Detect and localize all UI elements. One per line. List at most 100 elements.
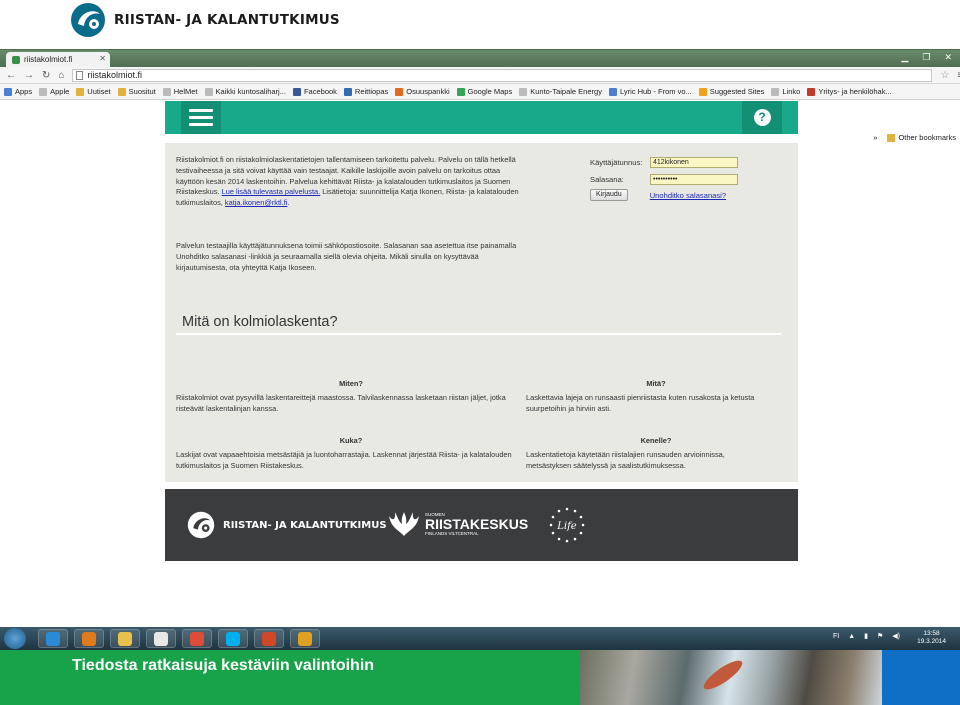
hamburger-icon-line: [189, 116, 213, 119]
clock-time: 13:58: [923, 630, 940, 637]
network-icon[interactable]: ▮: [864, 632, 868, 640]
section-title: Mitä on kolmiolaskenta?: [182, 314, 338, 330]
site-topbar: ?: [165, 101, 798, 134]
close-tab-icon[interactable]: ✕: [99, 54, 106, 63]
bookmark-4[interactable]: HelMet: [162, 87, 198, 96]
other-bookmarks-label: Other bookmarks: [898, 133, 956, 142]
maximize-icon[interactable]: ❐: [922, 52, 930, 63]
username-input[interactable]: 412kikonen: [650, 157, 738, 168]
document-icon: [154, 631, 168, 646]
bookmark-11[interactable]: Lyric Hub - From vo...: [608, 87, 692, 96]
bookmark-label: HelMet: [173, 87, 198, 96]
minimize-icon[interactable]: ▁: [901, 52, 908, 63]
close-window-icon[interactable]: ✕: [944, 52, 952, 63]
back-icon[interactable]: ←: [6, 70, 16, 81]
facebook-icon: [292, 87, 301, 96]
column-text-who: Laskijat ovat vapaaehtoisia metsästäjiä …: [176, 450, 512, 470]
bookmark-9[interactable]: Google Maps: [456, 87, 513, 96]
op-icon: [395, 87, 404, 96]
menu-button[interactable]: [181, 101, 221, 134]
read-more-link[interactable]: Lue lisää tulevasta palvelusta.: [222, 187, 321, 196]
bookmark-6[interactable]: Facebook: [292, 87, 337, 96]
bookmark-14[interactable]: Yritys- ja henkilöhak...: [807, 87, 892, 96]
rktl-logo: RIISTAN- JA KALANTUTKIMUS: [70, 2, 340, 38]
column-title-who: Kuka?: [339, 436, 363, 445]
login-button[interactable]: Kirjaudu: [590, 189, 628, 201]
bookmark-10[interactable]: Kunto-Taipale Energy: [519, 87, 602, 96]
window-controls: ▁ ❐ ✕: [901, 52, 952, 63]
flag-icon[interactable]: ⚑: [877, 632, 883, 640]
bookmark-8[interactable]: Osuuspankki: [395, 87, 450, 96]
taskbar-app-explorer[interactable]: [110, 629, 140, 648]
taskbar-app-skype[interactable]: [218, 629, 248, 648]
help-button[interactable]: ?: [742, 101, 782, 134]
bookmark-label: Apps: [15, 87, 33, 96]
bookmark-0[interactable]: Apps: [4, 87, 32, 96]
riistakeskus-main: RIISTAKESKUS: [425, 516, 529, 532]
taskbar-app-powerpoint[interactable]: [254, 629, 284, 648]
taskbar-app-ie[interactable]: [38, 629, 68, 648]
bookmark-label: Linko: [782, 87, 801, 96]
rktl-footer-logo[interactable]: RIISTAN- JA KALANTUTKIMUS: [187, 511, 387, 539]
bookmark-3[interactable]: Suositut: [117, 87, 156, 96]
bookmark-1[interactable]: Apple: [39, 87, 69, 96]
section-divider: [176, 333, 781, 335]
reload-icon[interactable]: ↻: [42, 70, 50, 81]
media-player-icon: [82, 631, 96, 646]
password-input[interactable]: ••••••••••: [650, 174, 738, 185]
bookmark-2[interactable]: Uutiset: [76, 87, 111, 96]
chevron-icon[interactable]: »: [873, 133, 877, 142]
bookmark-13[interactable]: Linko: [771, 87, 800, 96]
clock[interactable]: 13:58 19.3.2014: [917, 630, 946, 646]
bookmark-label: Osuuspankki: [406, 87, 450, 96]
bookmark-label: Suggested Sites: [709, 87, 765, 96]
home-icon[interactable]: ⌂: [58, 70, 64, 81]
taskbar-app-media-player[interactable]: [74, 629, 104, 648]
rktl-logo-icon: [71, 3, 105, 37]
bookmark-label: Uutiset: [87, 87, 111, 96]
column-text-how: Riistakolmiot ovat pysyvillä laskentarei…: [176, 393, 506, 413]
riistakeskus-text: SUOMEN RIISTAKESKUS FINLANDS VILTCENTRAL: [425, 512, 528, 536]
bookmark-label: Facebook: [303, 87, 337, 96]
browser-tab[interactable]: riistakolmiot.fi ✕: [6, 52, 110, 67]
start-button[interactable]: [4, 628, 26, 649]
life-logo[interactable]: Life: [548, 506, 586, 544]
bookmark-5[interactable]: Kaikki kuntosaliharj...: [204, 87, 286, 96]
taskbar-app-outlook[interactable]: [290, 629, 320, 648]
page-icon: [204, 87, 213, 96]
bookmark-label: Google Maps: [467, 87, 513, 96]
page-info-icon: [76, 70, 84, 80]
tray-up-icon[interactable]: ▲: [848, 633, 855, 640]
taskbar-app-chrome[interactable]: [182, 629, 212, 648]
bookmark-7[interactable]: Reittiopas: [343, 87, 389, 96]
apps-icon: [4, 87, 12, 96]
page-icon: [807, 87, 816, 96]
forgot-password-link[interactable]: Unohditko salasanasi?: [650, 191, 726, 200]
address-bar[interactable]: riistakolmiot.fi: [72, 68, 933, 82]
tab-strip: riistakolmiot.fi ✕ ▁ ❐ ✕: [0, 50, 960, 67]
taskbar-app-document[interactable]: [146, 629, 176, 648]
column-title-how: Miten?: [339, 379, 363, 388]
column-title-what: Mitä?: [646, 379, 666, 388]
volume-icon[interactable]: ◀): [892, 632, 900, 640]
elk-antlers-icon: [389, 512, 419, 536]
rktl-footer-logo-icon: [187, 511, 215, 539]
bookmark-label: Apple: [50, 87, 70, 96]
email-link[interactable]: katja.ikonen@rktl.fi: [225, 198, 288, 207]
page-icon: [162, 87, 171, 96]
bookmark-label: Kunto-Taipale Energy: [530, 87, 602, 96]
banner-slogan: Tiedosta ratkaisuja kestäviin valintoihi…: [72, 657, 375, 674]
system-tray: FI ▲ ▮ ⚑ ◀): [833, 632, 900, 641]
forward-icon[interactable]: →: [24, 70, 34, 81]
riistakeskus-logo[interactable]: SUOMEN RIISTAKESKUS FINLANDS VILTCENTRAL: [387, 510, 528, 538]
rktl-footer-text: RIISTAN- JA KALANTUTKIMUS: [223, 519, 387, 531]
bookmark-star-icon[interactable]: ☆: [940, 70, 949, 81]
other-bookmarks[interactable]: » Other bookmarks: [873, 133, 956, 142]
powerpoint-icon: [262, 631, 276, 646]
language-indicator[interactable]: FI: [833, 633, 839, 640]
bookmark-label: Kaikki kuntosaliharj...: [215, 87, 286, 96]
hamburger-icon-line: [189, 123, 213, 126]
bookmark-label: Reittiopas: [354, 87, 389, 96]
bookmark-12[interactable]: Suggested Sites: [698, 87, 765, 96]
life-logo-text: Life: [556, 521, 577, 532]
